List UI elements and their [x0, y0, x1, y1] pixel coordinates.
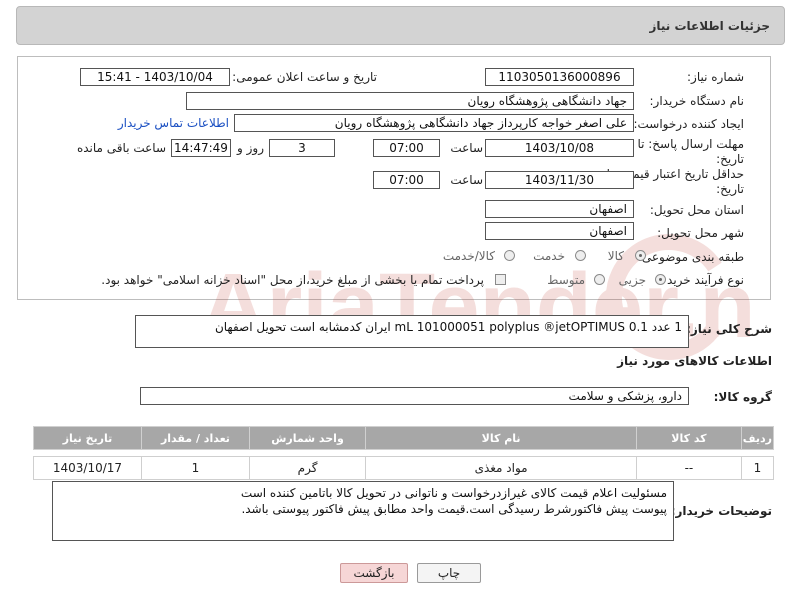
reply-deadline-label: مهلت ارسال پاسخ: تا تاریخ: [637, 137, 744, 166]
reply-time-label: ساعت [450, 141, 483, 155]
print-button[interactable]: چاپ [417, 563, 481, 583]
days-field: 3 [269, 139, 335, 157]
need-number-label: شماره نیاز: [687, 70, 744, 84]
treasury-payment-note: پرداخت تمام یا بخشی از مبلغ خرید،از محل … [101, 273, 484, 287]
col-date-header: تاریخ نیاز [33, 426, 142, 450]
header-panel: جزئیات اطلاعات نیاز [16, 6, 785, 45]
purchase-radio-medium[interactable] [594, 274, 605, 285]
creator-label: ایجاد کننده درخواست: [633, 117, 744, 131]
col-code-header: کد کالا [636, 426, 742, 450]
announce-datetime-field: 1403/10/04 - 15:41 [80, 68, 230, 86]
cell-code: -- [636, 456, 742, 480]
col-unit-header: واحد شمارش [248, 426, 367, 450]
buyer-notes-line-2: پیوست پیش فاکتورشرط رسیدگی است.قیمت واحد… [241, 502, 667, 516]
province-field: اصفهان [485, 200, 634, 218]
category-option-service: خدمت [533, 249, 565, 263]
category-option-goods-service: کالا/خدمت [442, 249, 495, 263]
buyer-org-label: نام دستگاه خریدار: [649, 94, 745, 108]
city-field: اصفهان [485, 222, 634, 240]
purchase-option-medium: متوسط [547, 273, 585, 287]
buyer-notes-label: توضیحات خریدار: [670, 504, 772, 518]
buyer-contact-link[interactable]: اطلاعات تماس خریدار [118, 116, 229, 130]
category-label: طبقه بندی موضوعی: [637, 250, 744, 264]
col-qty-header: تعداد / مقدار [140, 426, 250, 450]
reply-date-field: 1403/10/08 [485, 139, 634, 157]
buyer-notes-field: مسئولیت اعلام قیمت کالای غیرازدرخواست و … [52, 481, 674, 541]
days-label: روز و [237, 141, 264, 155]
back-button[interactable]: بازگشت [340, 563, 408, 583]
price-date-field: 1403/11/30 [485, 171, 634, 189]
remaining-time-label: ساعت باقی مانده [76, 141, 166, 155]
goods-group-field: دارو، پزشکی و سلامت [140, 387, 689, 405]
goods-info-title: اطلاعات کالاهای مورد نیاز [617, 354, 772, 368]
cell-unit: گرم [248, 456, 367, 480]
goods-table: ردیف کد کالا نام کالا واحد شمارش تعداد /… [33, 426, 775, 480]
goods-group-label: گروه کالا: [713, 390, 772, 404]
cell-date: 1403/10/17 [33, 456, 142, 480]
treasury-payment-checkbox[interactable] [495, 274, 506, 285]
buyer-notes-line-1: مسئولیت اعلام قیمت کالای غیرازدرخواست و … [240, 486, 667, 500]
col-row-header: ردیف [740, 426, 775, 450]
description-label: شرح کلی نیاز: [686, 322, 772, 336]
remaining-time-field: 14:47:49 [171, 139, 231, 157]
purchase-option-partial: جزیی [618, 273, 646, 287]
goods-table-header: ردیف کد کالا نام کالا واحد شمارش تعداد /… [33, 426, 775, 450]
reply-time-field: 07:00 [373, 139, 440, 157]
buyer-org-field: جهاد دانشگاهی پژوهشگاه رویان [186, 92, 634, 110]
creator-field: علی اصغر خواجه کارپرداز جهاد دانشگاهی پژ… [234, 114, 634, 132]
price-time-field: 07:00 [373, 171, 440, 189]
announce-datetime-label: تاریخ و ساعت اعلان عمومی: [232, 70, 377, 84]
cell-qty: 1 [140, 456, 250, 480]
page-title: جزئیات اطلاعات نیاز [649, 19, 770, 33]
city-label: شهر محل تحویل: [657, 226, 744, 240]
price-time-label: ساعت [450, 173, 483, 187]
category-radio-goods[interactable] [635, 250, 646, 261]
category-radio-goods-service[interactable] [504, 250, 515, 261]
purchase-type-label: نوع فرآیند خرید : [659, 273, 744, 287]
table-row: 1 -- مواد مغذی گرم 1 1403/10/17 [33, 456, 775, 480]
category-radio-service[interactable] [575, 250, 586, 261]
province-label: استان محل تحویل: [649, 203, 744, 217]
col-name-header: نام کالا [365, 426, 638, 450]
description-field: 1 عدد 0.1 mL 101000051 polyplus ®jetOPTI… [135, 315, 689, 348]
need-number-field: 1103050136000896 [485, 68, 634, 86]
cell-name: مواد مغذی [365, 456, 638, 480]
cell-row: 1 [740, 456, 775, 480]
category-option-goods: کالا [607, 249, 624, 263]
purchase-radio-partial[interactable] [655, 274, 666, 285]
